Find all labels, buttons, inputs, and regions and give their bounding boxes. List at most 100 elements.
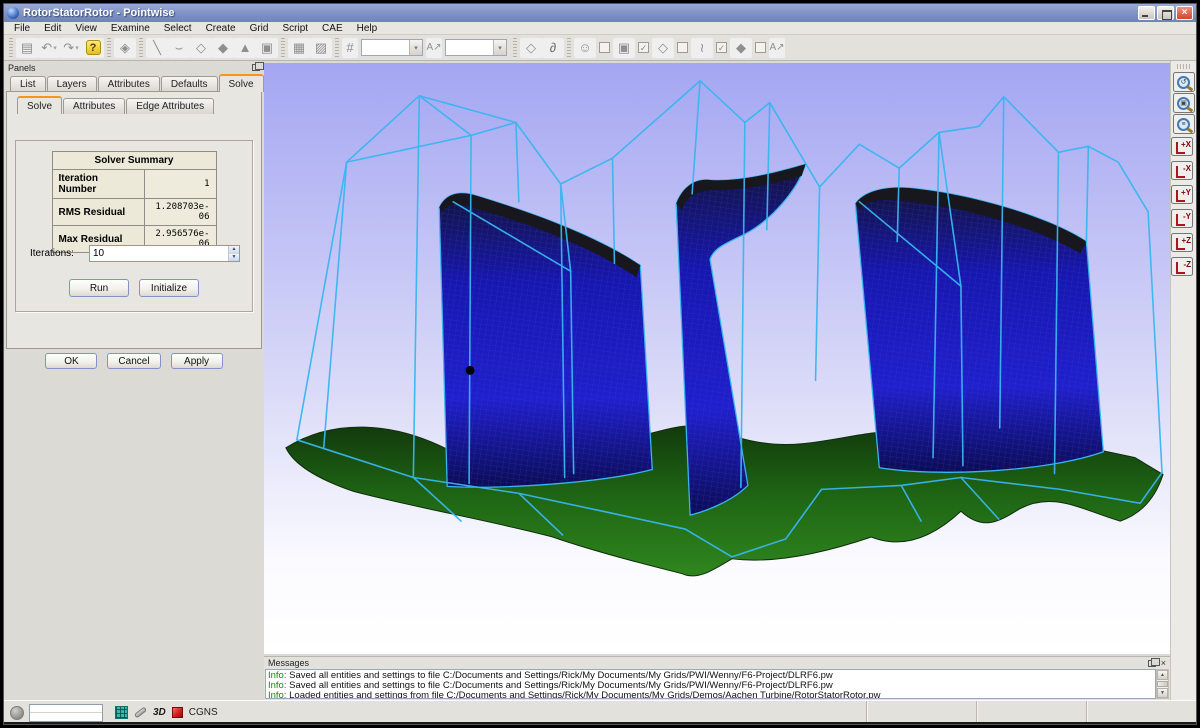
status-entry-box[interactable] (29, 704, 103, 722)
subtab-attributes[interactable]: Attributes (63, 98, 125, 114)
menu-view[interactable]: View (69, 23, 103, 34)
undo-icon[interactable]: ↶▾ (38, 38, 60, 58)
panels-dock: Panels List Layers Attributes Defaults S… (4, 61, 264, 700)
spacing-icon[interactable]: A↗ (426, 38, 442, 58)
view-plus-x-button[interactable]: +X (1171, 137, 1193, 156)
menu-cae[interactable]: CAE (316, 23, 349, 34)
spin-down-icon[interactable]: ▼ (229, 254, 239, 262)
spin-up-icon[interactable]: ▲ (229, 246, 239, 254)
scroll-up-icon[interactable]: ▲ (1157, 670, 1168, 680)
view-minus-z-button[interactable]: -Z (1171, 257, 1193, 276)
redo-icon[interactable]: ↷▾ (60, 38, 82, 58)
tab-list[interactable]: List (10, 76, 46, 92)
main-area: Panels List Layers Attributes Defaults S… (4, 61, 1196, 700)
mask-block-icon[interactable]: ▣ (613, 38, 635, 58)
statusbar-panel (866, 701, 976, 724)
distribute-icon[interactable]: ◇ (520, 38, 542, 58)
dimension-icon[interactable]: # (342, 38, 358, 58)
combo-arrow-icon[interactable]: ▾ (493, 40, 506, 55)
menu-examine[interactable]: Examine (105, 23, 156, 34)
toolbar-grip (9, 38, 13, 58)
toolbar-grip (335, 38, 339, 58)
structured-grid-icon[interactable]: ▦ (288, 38, 310, 58)
scroll-down-icon[interactable]: ▼ (1157, 688, 1168, 698)
subtab-edge-attributes[interactable]: Edge Attributes (126, 98, 214, 114)
initialize-button[interactable]: Initialize (139, 279, 199, 297)
dimension-combo[interactable]: ▾ (361, 39, 423, 56)
messages-float-icon[interactable] (1148, 660, 1156, 667)
mask-spacing-icon[interactable]: A↗ (769, 38, 785, 58)
tab-solve[interactable]: Solve (219, 74, 264, 92)
messages-log[interactable]: Info: Saved all entities and settings to… (265, 669, 1156, 699)
view-plus-y-button[interactable]: +Y (1171, 185, 1193, 204)
messages-scrollbar[interactable]: ▲ ▼ (1156, 669, 1169, 699)
viewport-3d[interactable] (264, 63, 1170, 654)
statusbar: 3D CGNS (4, 700, 1196, 724)
scroll-thumb[interactable] (1157, 681, 1168, 687)
spacing-combo[interactable]: ▾ (445, 39, 507, 56)
restore-button[interactable] (1157, 6, 1174, 20)
create-curve-icon[interactable]: ⌣ (168, 38, 190, 58)
view-plus-z-button[interactable]: +Z (1171, 233, 1193, 252)
create-block-icon[interactable]: ▣ (256, 38, 278, 58)
mask-database-icon[interactable]: ☺ (574, 38, 596, 58)
extrude-icon[interactable]: ▲ (234, 38, 256, 58)
partial-derivative-icon[interactable]: ∂ (542, 38, 564, 58)
create-unstructured-domain-icon[interactable]: ◆ (212, 38, 234, 58)
mask-point-icon[interactable]: ◆ (730, 38, 752, 58)
run-button[interactable]: Run (69, 279, 129, 297)
messages-caption: Messages (268, 658, 1148, 668)
panel-palette-icon[interactable]: ◈ (114, 38, 136, 58)
create-connector-icon[interactable]: ╲ (146, 38, 168, 58)
save-icon[interactable]: ▤ (16, 38, 38, 58)
menu-help[interactable]: Help (351, 23, 384, 34)
panel-float-icon[interactable] (252, 64, 260, 71)
summary-row-label: RMS Residual (52, 199, 144, 226)
help-icon[interactable]: ? (82, 38, 104, 58)
mask-point-checkbox[interactable] (755, 42, 766, 53)
ok-button[interactable]: OK (45, 353, 97, 369)
menu-edit[interactable]: Edit (38, 23, 67, 34)
tab-attributes[interactable]: Attributes (98, 76, 160, 92)
iterations-label: Iterations: (30, 248, 89, 259)
view-minus-y-button[interactable]: -Y (1171, 209, 1193, 228)
tab-layers[interactable]: Layers (47, 76, 97, 92)
view-minus-x-button[interactable]: -X (1171, 161, 1193, 180)
create-domain-icon[interactable]: ◇ (190, 38, 212, 58)
iterations-input[interactable] (90, 246, 228, 261)
titlebar[interactable]: RotorStatorRotor - Pointwise × (4, 4, 1196, 22)
unstructured-grid-icon[interactable]: ▨ (310, 38, 332, 58)
mask-connector-icon[interactable]: ≀ (691, 38, 713, 58)
status-indicator (10, 706, 24, 720)
zoom-out-icon: ≡ (1177, 118, 1190, 131)
subtab-solve[interactable]: Solve (17, 96, 62, 114)
zoom-previous-icon: ↺ (1177, 76, 1190, 89)
menu-grid[interactable]: Grid (244, 23, 275, 34)
dimension-status: 3D (153, 707, 166, 718)
menu-script[interactable]: Script (276, 23, 314, 34)
panels-caption: Panels (8, 63, 252, 73)
tab-defaults[interactable]: Defaults (161, 76, 218, 92)
menu-select[interactable]: Select (158, 23, 198, 34)
grid-status-icon (115, 706, 128, 719)
menu-file[interactable]: File (8, 23, 36, 34)
selected-point (466, 366, 475, 375)
zoom-out-button[interactable]: ≡ (1173, 114, 1195, 134)
zoom-previous-button[interactable]: ↺ (1173, 72, 1195, 92)
messages-close-icon[interactable]: × (1161, 658, 1166, 668)
combo-arrow-icon[interactable]: ▾ (409, 40, 422, 55)
mask-domain-icon[interactable]: ◇ (652, 38, 674, 58)
apply-button[interactable]: Apply (171, 353, 223, 369)
mask-database-checkbox[interactable] (599, 42, 610, 53)
mask-connector-checkbox[interactable]: ✓ (716, 42, 727, 53)
mask-domain-checkbox[interactable] (677, 42, 688, 53)
iterations-spinbox[interactable]: ▲ ▼ (89, 245, 240, 262)
statusbar-panel (1086, 701, 1196, 724)
mask-block-checkbox[interactable]: ✓ (638, 42, 649, 53)
minimize-button[interactable] (1138, 6, 1155, 20)
zoom-extents-button[interactable]: ▣ (1173, 93, 1195, 113)
cancel-button[interactable]: Cancel (107, 353, 160, 369)
toolbar: ▤ ↶▾ ↷▾ ? ◈ ╲ ⌣ ◇ ◆ ▲ ▣ ▦ ▨ # ▾ A↗ ▾ ◇ ∂… (4, 35, 1196, 61)
menu-create[interactable]: Create (200, 23, 242, 34)
close-button[interactable]: × (1176, 6, 1193, 20)
